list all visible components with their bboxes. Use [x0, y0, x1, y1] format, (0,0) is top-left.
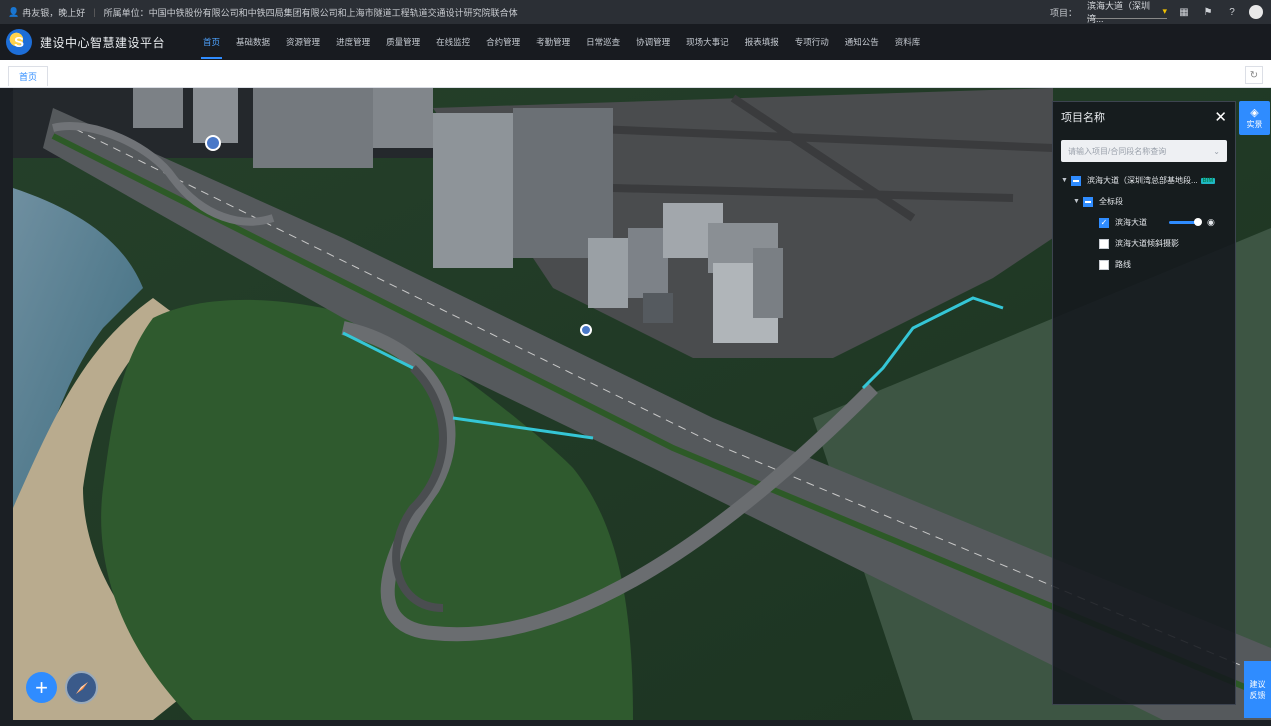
main-navbar: S 建设中心智慧建设平台 首页 基础数据 资源管理 进度管理 质量管理 在线监控 合约管理考… — [0, 24, 1271, 60]
marker-icon — [205, 135, 221, 151]
logo-letter: S — [13, 33, 24, 51]
checkbox-layer[interactable]: ✓ — [1099, 217, 1109, 228]
checkbox-section[interactable] — [1083, 196, 1093, 207]
chevron-down-icon: ⌄ — [1213, 146, 1220, 156]
tree-row-section[interactable]: ▼ 全标段 — [1053, 191, 1235, 212]
tree-row-layer[interactable]: 滨海大道倾斜摄影 — [1053, 233, 1235, 254]
unit-label: 所属单位： — [103, 7, 149, 18]
checkbox-root[interactable] — [1071, 175, 1081, 186]
user-icon: 👤 — [8, 6, 20, 17]
bim-badge: BIM — [1200, 177, 1216, 184]
opacity-slider[interactable] — [1169, 218, 1202, 226]
top-info-bar: 👤 冉友银，晚上好 | 所属单位： 中国中铁股份有限公司和中铁四局集团有限公司和… — [0, 0, 1271, 24]
search-placeholder: 请输入项目/合同段名称查询 — [1068, 146, 1167, 156]
zoom-in-button[interactable]: + — [26, 672, 57, 703]
tree-label: 滨海大道倾斜摄影 — [1115, 239, 1179, 248]
nav-item[interactable]: 现场大事记 — [678, 24, 737, 60]
close-icon[interactable]: ✕ — [1214, 108, 1227, 126]
search-input[interactable]: 请输入项目/合同段名称查询 ⌄ — [1061, 140, 1227, 162]
tree-row-root[interactable]: ▼ 滨海大道（深圳湾总部基地段... BIM — [1053, 170, 1235, 191]
tree-label: 路线 — [1115, 260, 1131, 269]
nav-item[interactable]: 报表填报 — [737, 24, 787, 60]
nav-item[interactable]: 专项行动 — [787, 24, 837, 60]
avatar[interactable] — [1249, 5, 1263, 19]
checkbox-layer[interactable] — [1099, 259, 1109, 270]
caret-down-icon[interactable]: ▼ — [1073, 198, 1083, 205]
tab-bar: 首页 ↻ — [0, 60, 1271, 88]
flag-icon[interactable]: ⚑ — [1201, 5, 1215, 19]
tab-home[interactable]: 首页 — [8, 66, 49, 86]
tree-label: 全标段 — [1099, 197, 1123, 206]
compass-needle — [75, 681, 88, 694]
tree-row-layer[interactable]: ✓ 滨海大道 ◉ — [1053, 212, 1235, 233]
nav-item[interactable]: 资料库 — [887, 24, 929, 60]
logo-icon: S — [6, 29, 32, 55]
nav-item[interactable]: 日常巡查 — [578, 24, 628, 60]
nav-item[interactable]: 质量管理 — [378, 24, 428, 60]
panel-title: 项目名称 — [1061, 112, 1105, 124]
calendar-icon[interactable]: ▦ — [1177, 5, 1191, 19]
help-icon[interactable]: ? — [1225, 5, 1239, 19]
project-label: 项目： — [1049, 7, 1077, 18]
divider: | — [93, 7, 96, 17]
bottom-status-bar — [0, 720, 1271, 726]
nav-item[interactable]: 首页 — [195, 24, 228, 60]
tree-row-layer[interactable]: 路线 — [1053, 254, 1235, 275]
nav-item[interactable]: 进度管理 — [328, 24, 378, 60]
refresh-icon[interactable]: ↻ — [1245, 66, 1263, 84]
nav-item[interactable]: 合约管理 — [478, 24, 528, 60]
nav-item[interactable]: 基础数据 — [228, 24, 278, 60]
eye-icon[interactable]: ◉ — [1207, 217, 1215, 228]
main-menu: 首页 基础数据 资源管理 进度管理 质量管理 在线监控 合约管理 考勤管理 日常巡查 协调管理 现场… — [195, 24, 928, 60]
layers-label: 实景 — [1246, 120, 1263, 129]
nav-item[interactable]: 在线监控 — [428, 24, 478, 60]
brand-title: 建设中心智慧建设平台 — [40, 35, 166, 50]
panel-header: 项目名称 ✕ — [1053, 102, 1235, 132]
project-value: 滨海大道（深圳湾... — [1087, 0, 1151, 24]
nav-item[interactable]: 协调管理 — [628, 24, 678, 60]
chevron-down-icon: ▾ — [1162, 6, 1167, 16]
caret-down-icon[interactable]: ▼ — [1061, 177, 1071, 184]
feedback-button[interactable]: 建议反馈 — [1244, 661, 1271, 718]
project-select[interactable]: 滨海大道（深圳湾... ▾ — [1087, 1, 1167, 24]
compass-icon[interactable] — [65, 671, 98, 704]
nav-item[interactable]: 考勤管理 — [528, 24, 578, 60]
nav-item[interactable]: 通知公告 — [837, 24, 887, 60]
marker-icon — [580, 324, 592, 336]
unit-value: 中国中铁股份有限公司和中铁四局集团有限公司和上海市隧道工程轨道交通设计研究院联合… — [148, 7, 518, 18]
tree-label: 滨海大道（深圳湾总部基地段... — [1087, 176, 1198, 185]
layers-icon: ◈ — [1250, 107, 1259, 119]
user-greeting: 冉友银，晚上好 — [22, 7, 86, 18]
nav-item[interactable]: 资源管理 — [278, 24, 328, 60]
layers-toggle-button[interactable]: ◈ 实景 — [1239, 101, 1270, 135]
tree-label: 滨海大道 — [1115, 218, 1147, 227]
checkbox-layer[interactable] — [1099, 238, 1109, 249]
project-layer-panel: 项目名称 ✕ 请输入项目/合同段名称查询 ⌄ ▼ 滨海大道（深圳湾总部基地段..… — [1052, 101, 1236, 705]
